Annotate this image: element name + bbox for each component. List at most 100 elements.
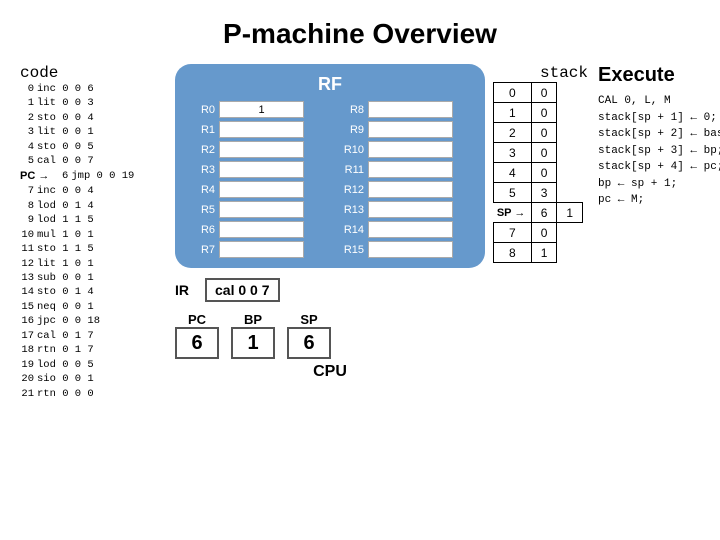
ir-label: IR [175, 282, 199, 298]
rf-reg-box [368, 121, 453, 138]
stack-value: 0 [531, 163, 557, 183]
stack-index: 2 [494, 123, 532, 143]
rf-reg-box [219, 201, 304, 218]
rf-reg-box [219, 181, 304, 198]
code-instruction: sto 1 1 5 [37, 242, 137, 256]
code-instruction: rtn 0 0 0 [37, 387, 137, 401]
code-line-number: 13 [20, 271, 34, 285]
code-line-number: 3 [20, 125, 34, 139]
stack-row: 70 [494, 223, 583, 243]
code-row: 2sto 0 0 4 [20, 111, 175, 125]
code-line-number: 19 [20, 358, 34, 372]
rf-box: RF R01R8R1R9R2R10R3R11R4R12R5R13R6R14R7R… [175, 64, 485, 268]
rf-reg-label: R6 [189, 224, 215, 236]
code-row: 14sto 0 1 4 [20, 285, 175, 299]
rf-row-right: R15 [338, 241, 471, 258]
execute-section: Execute CAL 0, L, Mstack[sp + 1] ← 0;sta… [598, 64, 720, 401]
rf-reg-box [368, 221, 453, 238]
code-row: 20sio 0 0 1 [20, 372, 175, 386]
stack-value: 0 [531, 103, 557, 123]
stack-row: 20 [494, 123, 583, 143]
code-label: code [20, 64, 175, 82]
code-instruction: sto 0 1 4 [37, 285, 137, 299]
code-row: 9lod 1 1 5 [20, 213, 175, 227]
rf-reg-label: R7 [189, 244, 215, 256]
code-instruction: lod 0 0 5 [37, 358, 137, 372]
rf-reg-label: R11 [338, 164, 364, 176]
code-row: 11sto 1 1 5 [20, 242, 175, 256]
execute-line: stack[sp + 1] ← 0; [598, 110, 720, 127]
code-row: 19lod 0 0 5 [20, 358, 175, 372]
code-line-number: 11 [20, 242, 34, 256]
rf-row-right: R14 [338, 221, 471, 238]
code-instruction: lit 1 0 1 [37, 257, 137, 271]
stack-label: stack [493, 64, 588, 82]
stack-value: 1 [557, 203, 583, 223]
rf-reg-label: R14 [338, 224, 364, 236]
ir-row: IR cal 0 0 7 [175, 278, 485, 302]
stack-index: 7 [494, 223, 532, 243]
bp-col-label: BP [244, 312, 262, 327]
bp-col: BP 1 [231, 312, 275, 359]
rf-reg-label: R12 [338, 184, 364, 196]
execute-line: bp ← sp + 1; [598, 176, 720, 193]
execute-line: CAL 0, L, M [598, 93, 720, 110]
code-line-number: 5 [20, 154, 34, 168]
code-instruction: lit 0 0 3 [37, 96, 137, 110]
code-instruction: cal 0 0 7 [37, 154, 137, 168]
rf-row-right: R12 [338, 181, 471, 198]
stack-row: SP →61 [494, 203, 583, 223]
code-row: 17cal 0 1 7 [20, 329, 175, 343]
stack-row: 00 [494, 83, 583, 103]
stack-row: 53 [494, 183, 583, 203]
code-instruction: jmp 0 0 19 [71, 169, 171, 183]
sp-col: SP 6 [287, 312, 331, 359]
rf-row-right: R10 [338, 141, 471, 158]
code-line-number: 6 [54, 169, 68, 183]
rf-row-left: R2 [189, 141, 322, 158]
rf-row-left: R7 [189, 241, 322, 258]
pc-arrow: PC → [20, 169, 49, 184]
code-row: 1lit 0 0 3 [20, 96, 175, 110]
rf-reg-label: R9 [338, 124, 364, 136]
rf-row-right: R9 [338, 121, 471, 138]
sp-label: SP → [494, 203, 532, 223]
execute-line: pc ← M; [598, 192, 720, 209]
page-title: P-machine Overview [0, 0, 720, 60]
pcbpsp-section: PC 6 BP 1 SP 6 CPU [175, 312, 485, 381]
stack-index: 3 [494, 143, 532, 163]
rf-grid: R01R8R1R9R2R10R3R11R4R12R5R13R6R14R7R15 [189, 101, 471, 258]
rf-row-right: R11 [338, 161, 471, 178]
stack-value: 0 [531, 223, 557, 243]
code-instruction: sio 0 0 1 [37, 372, 137, 386]
code-instruction: mul 1 0 1 [37, 228, 137, 242]
code-line-number: 4 [20, 140, 34, 154]
code-instruction: neq 0 0 1 [37, 300, 137, 314]
rf-row-left: R1 [189, 121, 322, 138]
code-row: 3lit 0 0 1 [20, 125, 175, 139]
pc-col-value: 6 [175, 327, 219, 359]
pcbpsp-row: PC 6 BP 1 SP 6 [175, 312, 485, 359]
code-line-number: 17 [20, 329, 34, 343]
code-line-number: 2 [20, 111, 34, 125]
code-row: 15neq 0 0 1 [20, 300, 175, 314]
code-row: 13sub 0 0 1 [20, 271, 175, 285]
stack-value: 0 [531, 123, 557, 143]
rf-row-left: R6 [189, 221, 322, 238]
stack-value: 1 [531, 243, 557, 263]
code-row: 12lit 1 0 1 [20, 257, 175, 271]
stack-value: 0 [531, 143, 557, 163]
stack-row: 10 [494, 103, 583, 123]
code-line-number: 9 [20, 213, 34, 227]
code-row: 5cal 0 0 7 [20, 154, 175, 168]
code-row: 4sto 0 0 5 [20, 140, 175, 154]
rf-reg-box [368, 161, 453, 178]
code-line-number: 14 [20, 285, 34, 299]
code-row: 8lod 0 1 4 [20, 199, 175, 213]
code-instruction: cal 0 1 7 [37, 329, 137, 343]
rf-reg-box [368, 101, 453, 118]
code-instruction: sub 0 0 1 [37, 271, 137, 285]
rf-reg-box [219, 141, 304, 158]
rf-reg-label: R2 [189, 144, 215, 156]
code-instruction: sto 0 0 4 [37, 111, 137, 125]
